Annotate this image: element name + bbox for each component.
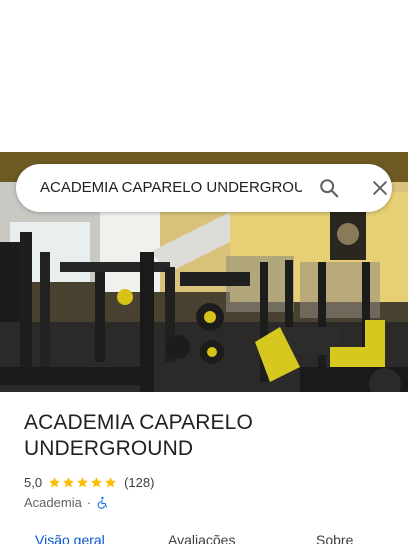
review-count: (128) xyxy=(124,474,155,490)
star-icon xyxy=(49,476,60,487)
star-icon xyxy=(91,476,102,487)
tab-overview[interactable]: Visão geral xyxy=(35,532,105,544)
search-icon[interactable] xyxy=(318,177,340,199)
search-bar[interactable]: ACADEMIA CAPARELO UNDERGROUND xyxy=(16,164,392,212)
category-row: Academia · xyxy=(24,493,109,511)
tab-bar: Visão geral Avaliações Sobre xyxy=(0,530,408,544)
close-icon[interactable] xyxy=(370,178,390,198)
separator-dot: · xyxy=(86,494,92,510)
tab-about[interactable]: Sobre xyxy=(316,532,353,544)
category-label: Academia xyxy=(24,494,82,510)
top-blank-area xyxy=(0,0,408,152)
star-icon xyxy=(77,476,88,487)
search-input[interactable]: ACADEMIA CAPARELO UNDERGROUND xyxy=(40,164,302,212)
tab-reviews[interactable]: Avaliações xyxy=(168,532,235,544)
place-title-line-2: UNDERGROUND xyxy=(24,437,194,460)
star-icon xyxy=(63,476,74,487)
rating-row[interactable]: 5,0 (128) xyxy=(24,473,154,491)
wheelchair-icon xyxy=(97,496,108,509)
place-title-line-1: ACADEMIA CAPARELO xyxy=(24,411,253,434)
rating-value: 5,0 xyxy=(24,474,43,490)
star-rating xyxy=(48,476,118,489)
place-info-panel: ACADEMIA CAPARELO UNDERGROUND 5,0 (128) … xyxy=(0,392,408,544)
place-title: ACADEMIA CAPARELO UNDERGROUND xyxy=(24,410,384,462)
star-icon xyxy=(105,476,116,487)
